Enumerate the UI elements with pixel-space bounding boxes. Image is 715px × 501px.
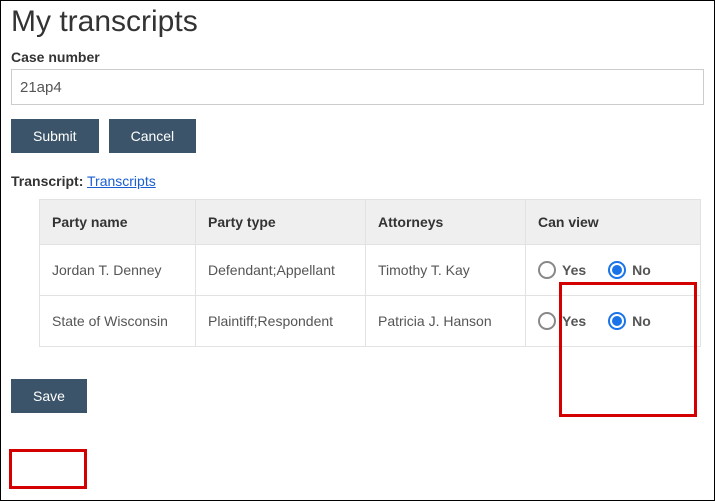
parties-table-wrap: Party name Party type Attorneys Can view… — [39, 199, 701, 347]
save-button[interactable]: Save — [11, 379, 87, 413]
table-cell-attorneys: Timothy T. Kay — [366, 245, 526, 296]
case-number-label: Case number — [11, 49, 704, 65]
action-button-row: Submit Cancel — [11, 119, 704, 153]
radio-yes[interactable] — [538, 261, 556, 279]
radio-label-no: No — [632, 262, 651, 278]
radio-option-yes: Yes — [538, 261, 586, 279]
submit-button[interactable]: Submit — [11, 119, 99, 153]
viewport-frame: My transcripts Case number Submit Cancel… — [0, 0, 715, 501]
col-header-party-name: Party name — [40, 200, 196, 245]
radio-label-yes: Yes — [562, 313, 586, 329]
table-row: State of WisconsinPlaintiff;RespondentPa… — [40, 296, 701, 347]
radio-label-yes: Yes — [562, 262, 586, 278]
page-title: My transcripts — [11, 5, 704, 39]
col-header-party-type: Party type — [196, 200, 366, 245]
transcripts-link[interactable]: Transcripts — [87, 173, 156, 189]
transcript-label: Transcript: — [11, 173, 83, 189]
case-number-input[interactable] — [11, 69, 704, 105]
radio-option-no: No — [608, 261, 651, 279]
can-view-radio-group: Yes No — [538, 312, 688, 330]
table-cell-party-type: Defendant;Appellant — [196, 245, 366, 296]
radio-no[interactable] — [608, 312, 626, 330]
table-cell-can-view: Yes No — [526, 296, 701, 347]
table-cell-can-view: Yes No — [526, 245, 701, 296]
transcript-line: Transcript: Transcripts — [11, 173, 704, 189]
radio-no[interactable] — [608, 261, 626, 279]
save-row: Save — [11, 379, 704, 413]
table-cell-party-type: Plaintiff;Respondent — [196, 296, 366, 347]
parties-table: Party name Party type Attorneys Can view… — [39, 199, 701, 347]
table-cell-party-name: State of Wisconsin — [40, 296, 196, 347]
col-header-can-view: Can view — [526, 200, 701, 245]
radio-label-no: No — [632, 313, 651, 329]
table-cell-attorneys: Patricia J. Hanson — [366, 296, 526, 347]
table-cell-party-name: Jordan T. Denney — [40, 245, 196, 296]
annotation-highlight-save — [9, 449, 87, 489]
radio-option-no: No — [608, 312, 651, 330]
col-header-attorneys: Attorneys — [366, 200, 526, 245]
radio-option-yes: Yes — [538, 312, 586, 330]
cancel-button[interactable]: Cancel — [109, 119, 197, 153]
radio-yes[interactable] — [538, 312, 556, 330]
table-row: Jordan T. DenneyDefendant;AppellantTimot… — [40, 245, 701, 296]
can-view-radio-group: Yes No — [538, 261, 688, 279]
